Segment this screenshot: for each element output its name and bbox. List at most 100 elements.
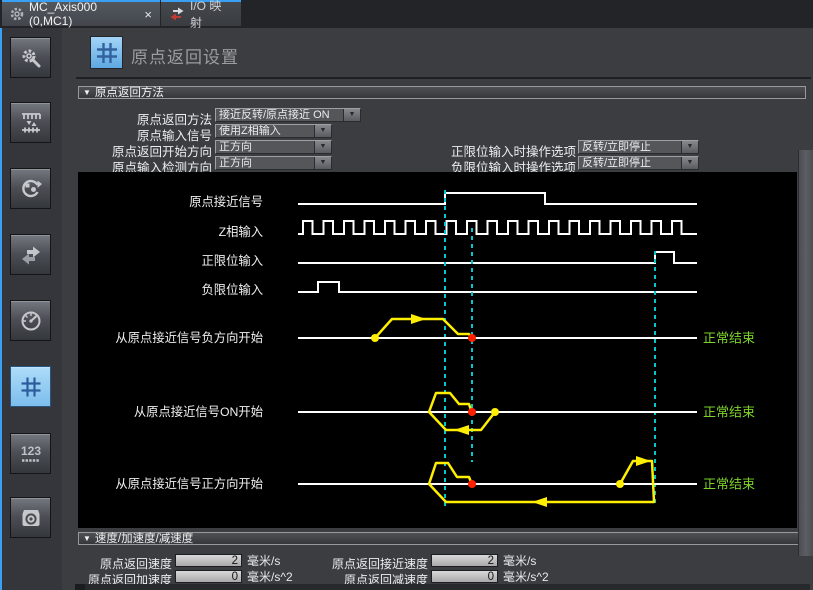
signal-waveform xyxy=(298,221,697,234)
result-label: 正常结束 xyxy=(703,477,755,492)
counter-icon-text: 123 xyxy=(20,444,40,458)
signal-waveform xyxy=(298,282,697,292)
signal-label: Z相输入 xyxy=(219,224,263,239)
chevron-down-icon[interactable]: ▼ xyxy=(681,141,698,153)
swap-arrows-icon xyxy=(18,242,44,268)
form-row: 原点返回速度 毫米/s 原点返回接近速度 毫米/s xyxy=(62,554,813,568)
signal-label: 原点接近信号 xyxy=(189,194,263,209)
direction-arrow-icon xyxy=(532,497,547,507)
home-position-dot xyxy=(468,408,476,416)
positive-limit-action-dropdown[interactable]: 反转/立即停止 ▼ xyxy=(578,140,699,154)
io-map-icon xyxy=(169,6,185,22)
timing-diagram-svg: 原点接近信号Z相输入正限位输入负限位输入从原点接近信号负方向开始正常结束从原点接… xyxy=(78,172,797,528)
direction-arrow-icon xyxy=(636,456,651,466)
tab-io-map[interactable]: I/O 映射 xyxy=(161,0,241,26)
chevron-down-icon[interactable]: ▼ xyxy=(314,125,331,137)
profile-label: 从原点接近信号ON开始 xyxy=(134,404,263,419)
sidebar-item-encoder-settings[interactable] xyxy=(10,168,51,209)
homing-settings-panel: 原点返回设置 ▼ 原点返回方法 原点返回方法 接近反转/原点接近 ON ▼ 原点输… xyxy=(62,28,813,590)
homing-crosshair-icon xyxy=(18,374,44,400)
page-title: 原点返回设置 xyxy=(131,43,239,68)
vertical-scrollbar[interactable] xyxy=(798,150,813,556)
title-separator xyxy=(76,77,811,79)
tab-mc-axis000[interactable]: MC_Axis000 (0,MC1) × xyxy=(2,0,160,26)
ruler-arrows-icon xyxy=(18,110,44,136)
form-row: 原点返回加速度 毫米/s^2 原点返回减速度 毫米/s^2 xyxy=(62,570,813,584)
homing-acceleration-input[interactable] xyxy=(175,570,242,583)
signal-label: 负限位输入 xyxy=(202,282,264,297)
start-point-dot xyxy=(371,334,379,342)
sidebar-accent-line xyxy=(0,28,2,590)
homing-start-direction-dropdown[interactable]: 正方向 ▼ xyxy=(215,140,332,154)
motion-trace xyxy=(375,319,471,338)
tab-label: MC_Axis000 (0,MC1) xyxy=(29,0,137,28)
result-label: 正常结束 xyxy=(703,405,755,420)
homing-method-dropdown[interactable]: 接近反转/原点接近 ON ▼ xyxy=(215,108,361,122)
form-row: 原点输入信号 使用Z相输入 ▼ xyxy=(62,124,813,138)
homing-deceleration-input[interactable] xyxy=(431,570,498,583)
dropdown-value: 使用Z相输入 xyxy=(216,125,314,137)
tab-close-icon[interactable]: × xyxy=(144,8,152,21)
home-position-dot xyxy=(468,334,476,342)
tab-label: I/O 映射 xyxy=(190,0,233,31)
next-section-strip[interactable] xyxy=(75,584,810,590)
rotary-encoder-icon xyxy=(18,176,44,202)
home-input-detect-direction-dropdown[interactable]: 正方向 ▼ xyxy=(215,156,332,170)
negative-limit-action-dropdown[interactable]: 反转/立即停止 ▼ xyxy=(578,156,699,170)
sidebar-item-position-count[interactable]: 123 xyxy=(10,433,51,474)
home-input-signal-dropdown[interactable]: 使用Z相输入 ▼ xyxy=(215,124,332,138)
home-position-dot xyxy=(468,480,476,488)
sidebar-item-servo-drive[interactable] xyxy=(10,497,51,538)
profile-label: 从原点接近信号正方向开始 xyxy=(115,476,263,491)
strip-nub xyxy=(75,584,85,590)
chevron-down-icon[interactable]: ▼ xyxy=(681,157,698,169)
unit-label: 毫米/s^2 xyxy=(247,570,293,584)
section-header-speed[interactable]: ▼ 速度/加速度/减速度 xyxy=(78,532,806,545)
chevron-down-icon[interactable]: ▼ xyxy=(314,157,331,169)
document-tab-bar: MC_Axis000 (0,MC1) × I/O 映射 xyxy=(0,0,813,28)
unit-label: 毫米/s xyxy=(247,554,280,568)
dropdown-value: 正方向 xyxy=(216,141,314,153)
collapse-arrow-icon: ▼ xyxy=(83,88,91,97)
chevron-down-icon[interactable]: ▼ xyxy=(343,109,360,121)
sidebar-item-axis-settings[interactable] xyxy=(10,37,51,78)
sidebar-item-io-operation[interactable] xyxy=(10,234,51,275)
start-point-dot xyxy=(616,480,624,488)
profile-label: 从原点接近信号负方向开始 xyxy=(115,330,263,345)
section-title: 速度/加速度/减速度 xyxy=(95,533,193,545)
homing-approach-velocity-input[interactable] xyxy=(431,554,498,567)
sidebar-item-homing-settings[interactable] xyxy=(10,366,51,407)
form-row: 原点返回开始方向 正方向 ▼ 正限位输入时操作选项 反转/立即停止 ▼ xyxy=(62,140,813,154)
sidebar-item-speed-settings[interactable] xyxy=(10,300,51,341)
direction-arrow-icon xyxy=(454,425,469,435)
servo-drive-icon xyxy=(18,505,44,531)
homing-timing-diagram: 原点接近信号Z相输入正限位输入负限位输入从原点接近信号负方向开始正常结束从原点接… xyxy=(78,172,797,528)
unit-label: 毫米/s xyxy=(503,554,536,568)
homing-velocity-input[interactable] xyxy=(175,554,242,567)
dropdown-value: 接近反转/原点接近 ON xyxy=(216,109,343,121)
speed-gauge-icon xyxy=(18,308,44,334)
gear-icon xyxy=(10,7,24,21)
unit-label: 毫米/s^2 xyxy=(503,570,549,584)
chevron-down-icon[interactable]: ▼ xyxy=(314,141,331,153)
form-row: 原点返回方法 接近反转/原点接近 ON ▼ xyxy=(62,108,813,122)
dropdown-value: 反转/立即停止 xyxy=(579,141,681,153)
homing-page-icon xyxy=(90,36,123,69)
section-title: 原点返回方法 xyxy=(95,87,164,99)
sidebar-item-unit-conversion[interactable] xyxy=(10,102,51,143)
section-header-homing-method[interactable]: ▼ 原点返回方法 xyxy=(78,86,806,99)
signal-waveform xyxy=(298,193,697,204)
start-point-dot xyxy=(491,408,499,416)
signal-label: 正限位输入 xyxy=(202,253,264,268)
counter-123-icon: 123 xyxy=(18,441,44,467)
dropdown-value: 正方向 xyxy=(216,157,314,169)
homing-crosshair-icon xyxy=(94,40,120,66)
gear-wrench-icon xyxy=(18,45,44,71)
dropdown-value: 反转/立即停止 xyxy=(579,157,681,169)
result-label: 正常结束 xyxy=(703,331,755,346)
settings-icon-sidebar: 123 xyxy=(0,28,62,590)
collapse-arrow-icon: ▼ xyxy=(83,534,91,543)
application-window: MC_Axis000 (0,MC1) × I/O 映射 xyxy=(0,0,813,590)
signal-waveform xyxy=(298,252,697,263)
form-row: 原点输入检测方向 正方向 ▼ 负限位输入时操作选项 反转/立即停止 ▼ xyxy=(62,156,813,170)
